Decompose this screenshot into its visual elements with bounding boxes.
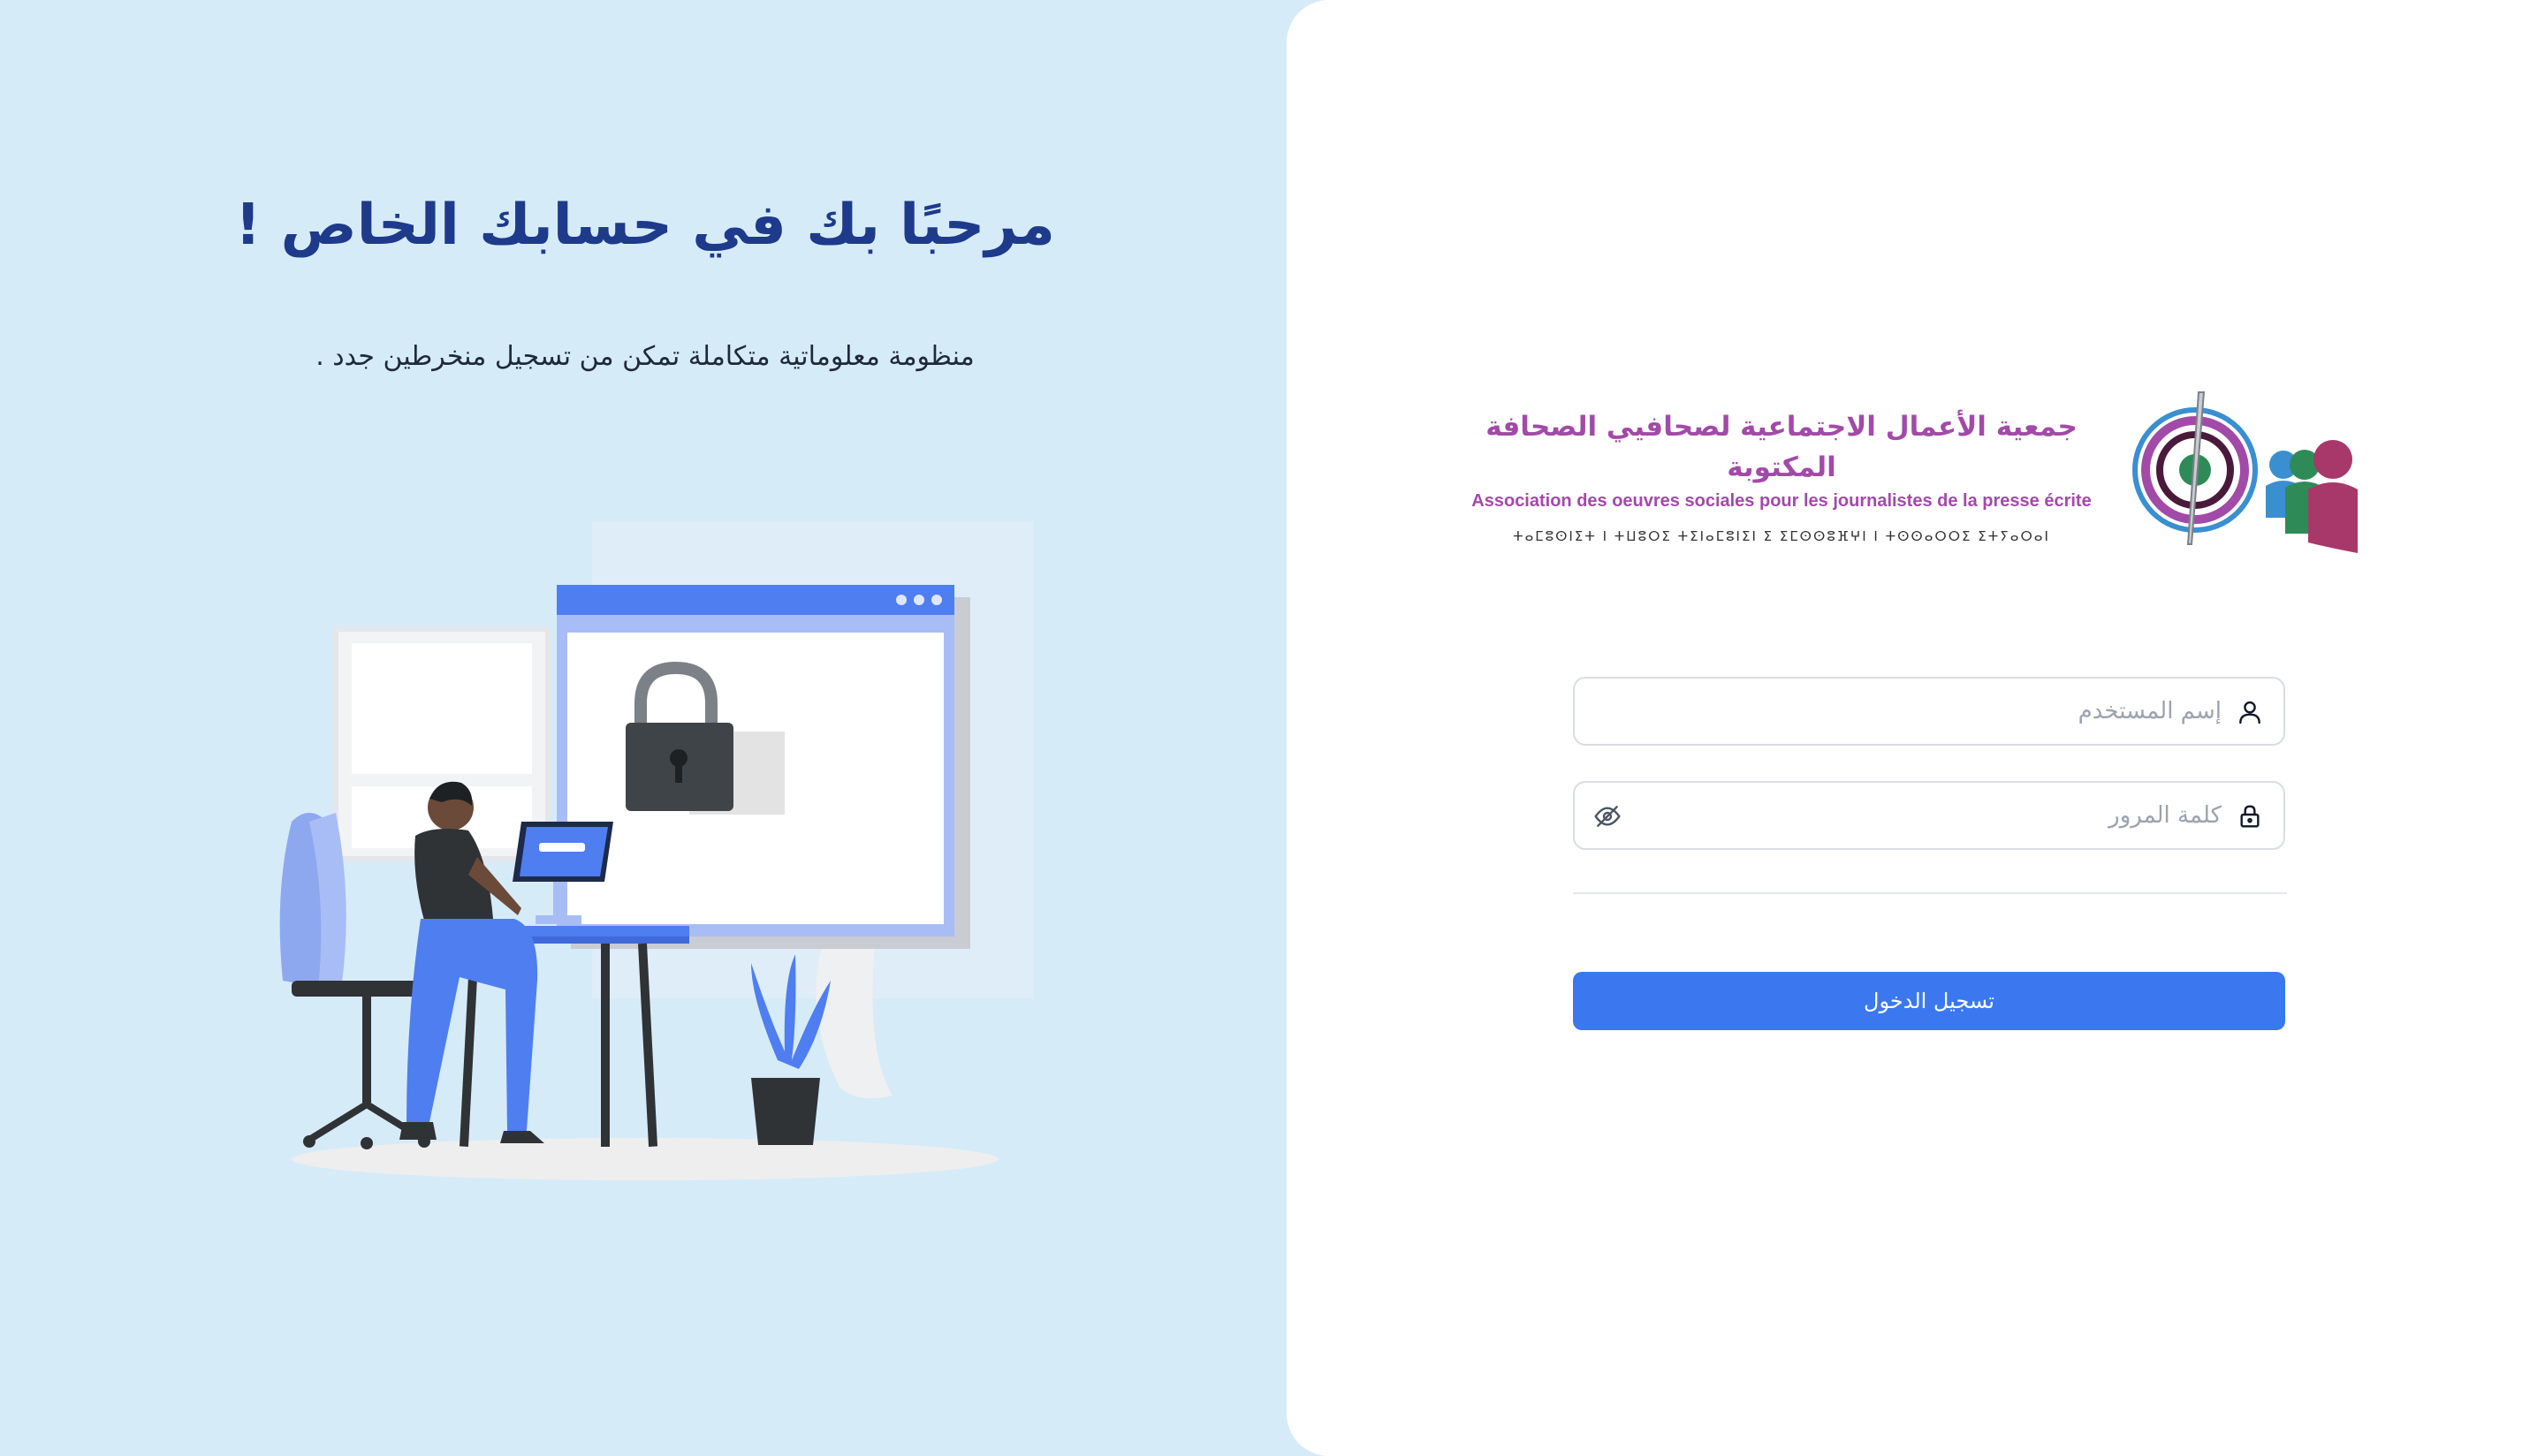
login-panel: جمعية الأعمال الاجتماعية لصحافيي الصحافة…	[1287, 0, 2545, 1456]
organization-logo: جمعية الأعمال الاجتماعية لصحافيي الصحافة…	[1463, 389, 2382, 565]
eye-off-icon[interactable]	[1592, 802, 1622, 830]
logo-french-name: Association des oeuvres sociales pour le…	[1471, 491, 2092, 511]
login-form: تسجيل الدخول	[1573, 677, 2287, 1030]
password-field	[1573, 781, 2285, 850]
login-illustration	[279, 521, 1034, 1180]
logo-emblem-icon	[2132, 391, 2358, 553]
password-input[interactable]	[1645, 783, 2222, 848]
welcome-title: مرحبًا بك في حسابك الخاص !	[235, 193, 1055, 258]
login-button[interactable]: تسجيل الدخول	[1573, 972, 2285, 1030]
logo-arabic-name: جمعية الأعمال الاجتماعية لصحافيي الصحافة…	[1485, 411, 2078, 483]
user-icon	[2239, 701, 2260, 724]
form-divider	[1573, 892, 2287, 894]
welcome-subtitle: منظومة معلوماتية متكاملة تمكن من تسجيل م…	[315, 341, 975, 372]
welcome-panel: مرحبًا بك في حسابك الخاص ! منظومة معلوما…	[0, 0, 1290, 1456]
logo-text: جمعية الأعمال الاجتماعية لصحافيي الصحافة…	[1463, 406, 2100, 546]
logo-tifinagh-name: ⵜⴰⵎⵓⵙⵏⵉⵜ ⵏ ⵜⵡⵓⵔⵉ ⵜⵉⵏⴰⵎⵓⵏⵉⵏ ⵉ ⵉⵎⵙⵙⵓⴼⵖⵏ ⵏ …	[1513, 528, 2050, 544]
username-input[interactable]	[1645, 679, 2222, 744]
lock-icon	[2240, 805, 2260, 828]
login-page: مرحبًا بك في حسابك الخاص ! منظومة معلوما…	[0, 0, 2545, 1456]
username-field	[1573, 677, 2285, 746]
